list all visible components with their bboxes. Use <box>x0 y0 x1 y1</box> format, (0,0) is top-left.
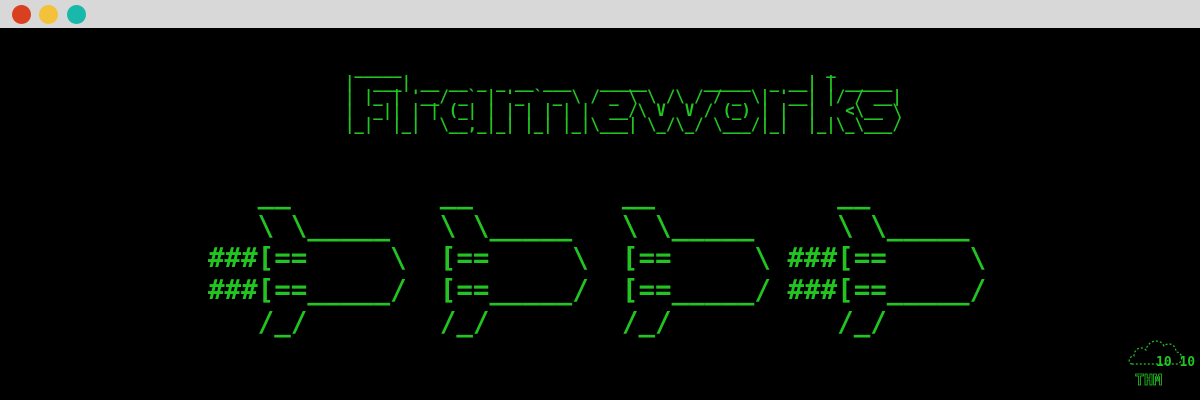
maximize-button[interactable] <box>67 5 86 24</box>
tryhackme-logo: 10 10 THM <box>1128 340 1195 389</box>
logo-binary-text: 10 10 <box>1156 355 1195 370</box>
spaceship-ascii-art: __ __ __ __ \ \_____ \ \_____ \ \_____ \… <box>208 178 987 338</box>
frameworks-banner: _____ _ | ___| __ __ _ _ __ ___ _____ __… <box>345 59 902 134</box>
terminal-output: _____ _ | ___| __ __ _ _ __ ___ _____ __… <box>0 28 1200 400</box>
logo-thm-text: THM <box>1135 371 1162 389</box>
title-bar <box>0 0 1200 28</box>
close-button[interactable] <box>12 5 31 24</box>
terminal-window: _____ _ | ___| __ __ _ _ __ ___ _____ __… <box>0 0 1200 400</box>
minimize-button[interactable] <box>39 5 58 24</box>
